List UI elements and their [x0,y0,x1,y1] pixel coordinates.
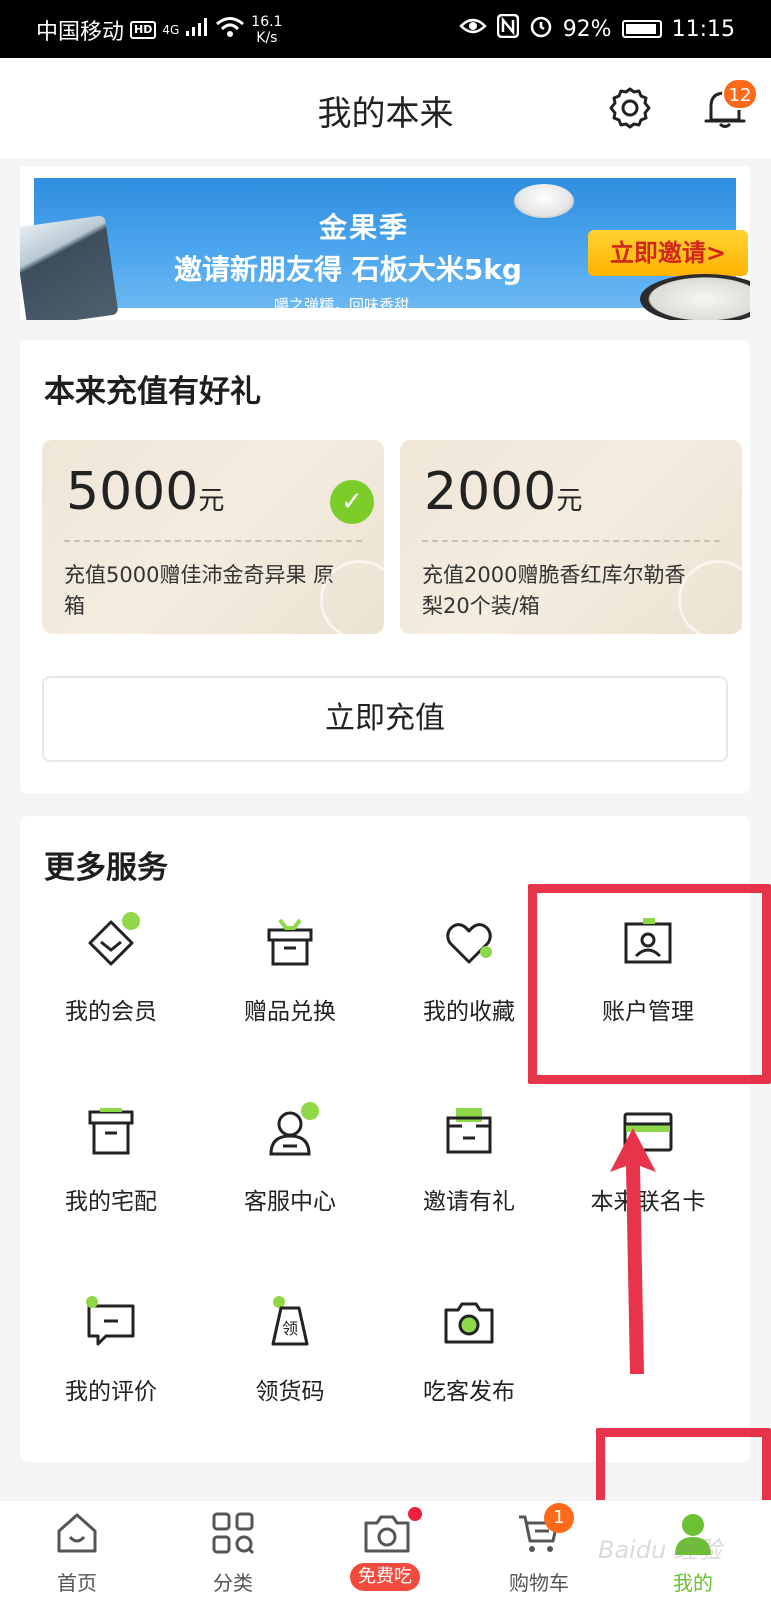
promo-banner[interactable]: 金果季 邀请新朋友得 石板大米5kg 嚼之弹糯，回味香甜 立即邀请> [20,166,750,320]
hd-icon: HD [130,21,157,39]
service-customer-center[interactable]: 客服中心 [199,1102,381,1246]
recharge-card: 本来充值有好礼 5000元 ✓ 充值5000赠佳沛金奇异果 原箱 2000元 充… [20,340,750,794]
eye-icon [458,16,487,42]
service-label: 邀请有礼 [423,1189,515,1215]
battery-icon [621,20,662,38]
accent-dot [122,912,140,930]
tab-free-eat[interactable]: 免费吃 [330,1507,440,1597]
service-label: 赠品兑换 [244,999,336,1025]
alarm-icon [529,14,553,44]
category-grid-icon [211,1511,255,1555]
heart-icon [442,916,496,970]
recharge-heading: 本来充值有好礼 [44,374,261,410]
signal-icon [185,17,209,43]
service-label: 吃客发布 [423,1379,515,1405]
battery-percent: 92% [562,16,612,42]
selected-check-icon: ✓ [330,480,374,524]
recharge-amount: 5000元 [66,462,224,522]
pickup-glyph: 领 [282,1319,298,1338]
gift-box-icon [263,916,317,970]
dashed-divider [422,540,720,542]
tab-cart[interactable]: 1 购物车 [484,1503,594,1597]
amount-unit: 元 [198,486,225,516]
invite-now-button[interactable]: 立即邀请> [588,230,748,276]
tab-category[interactable]: 分类 [178,1511,288,1597]
annotation-highlight-account [528,884,771,1084]
status-right: 92% 11:15 [458,13,735,44]
settings-gear-icon[interactable] [608,86,652,130]
amount-value: 2000 [424,462,557,522]
comment-icon [84,1296,138,1350]
service-gift-redeem[interactable]: 赠品兑换 [199,916,381,1056]
amount-unit: 元 [556,486,583,516]
dashed-divider [64,540,362,542]
recharge-description: 充值2000赠脆香红库尔勒香梨20个装/箱 [422,563,686,618]
camera-icon [442,1296,496,1350]
speed-value: 16.1 [251,14,283,30]
page-title: 我的本来 [317,94,454,134]
tab-label: 我的 [673,1571,713,1595]
cart-count-badge: 1 [544,1503,574,1533]
banner-background: 金果季 邀请新朋友得 石板大米5kg 嚼之弹糯，回味香甜 立即邀请> [34,178,748,314]
service-pickup-code[interactable]: 领 领货码 [199,1296,381,1436]
annotation-arrow-icon [610,1128,656,1374]
service-invite-gift[interactable]: 邀请有礼 [378,1106,560,1246]
service-label: 我的会员 [65,999,157,1025]
banner-small-text: 嚼之弹糯，回味香甜 [274,296,410,314]
service-my-membership[interactable]: 我的会员 [20,912,202,1056]
recharge-now-button[interactable]: 立即充值 [42,676,728,762]
service-foodie-post[interactable]: 吃客发布 [378,1296,560,1436]
network-type: 4G [162,23,180,37]
tab-label-pill: 免费吃 [350,1563,420,1591]
service-label: 我的评价 [65,1379,157,1405]
wifi-icon [215,16,245,44]
banner-subtitle: 邀请新朋友得 石板大米5kg [174,253,522,286]
amount-value: 5000 [66,462,199,522]
new-dot-badge [408,1507,422,1521]
accent-dot [301,1102,319,1120]
home-icon [55,1511,99,1555]
tab-label: 首页 [57,1571,97,1595]
rice-bag-image [20,215,119,320]
nfc-icon [496,13,519,44]
carrier-label: 中国移动 [36,20,125,45]
recharge-description: 充值5000赠佳沛金奇异果 原箱 [64,563,335,618]
service-my-reviews[interactable]: 我的评价 [20,1296,202,1436]
service-label: 领货码 [255,1379,325,1405]
camera-dish-icon [363,1511,410,1555]
service-my-delivery[interactable]: 我的宅配 [20,1106,202,1246]
watermark: Baidu 经验 [598,1536,722,1564]
speed-unit: K/s [256,30,278,46]
tab-label: 购物车 [509,1571,569,1595]
service-label: 我的宅配 [65,1189,157,1215]
network-speed: 16.1 K/s [251,14,282,46]
notification-badge: 12 [722,78,758,110]
service-label: 客服中心 [244,1189,336,1215]
invite-envelope-icon [442,1106,496,1160]
status-left: 中国移动 HD 4G 16.1 K/s [36,14,282,46]
pickup-bag-icon: 领 [263,1296,317,1350]
clock: 11:15 [671,16,735,42]
tab-label: 分类 [213,1571,253,1595]
tab-home[interactable]: 首页 [22,1511,132,1597]
user-service-icon [263,1102,319,1160]
app-header: 我的本来 12 [0,58,771,158]
services-heading: 更多服务 [44,850,168,886]
diamond-icon [84,912,140,970]
recharge-option-5000[interactable]: 5000元 ✓ 充值5000赠佳沛金奇异果 原箱 [42,440,384,634]
status-bar: 中国移动 HD 4G 16.1 K/s 92% 11:15 [0,0,771,58]
recharge-amount: 2000元 [424,462,582,522]
recharge-option-2000[interactable]: 2000元 充值2000赠脆香红库尔勒香梨20个装/箱 [400,440,742,634]
archive-box-icon [84,1106,138,1160]
